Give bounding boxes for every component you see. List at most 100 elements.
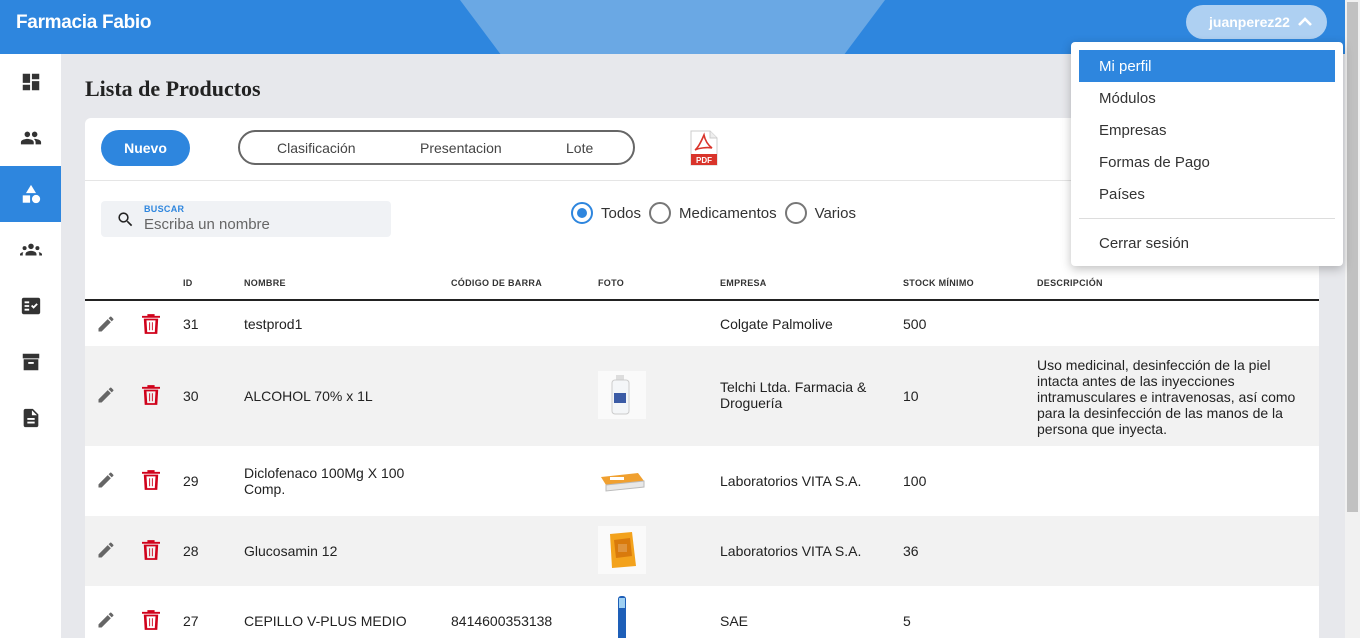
pencil-icon: [98, 472, 114, 488]
cell-stock: 5: [903, 613, 911, 629]
archive-icon: [22, 353, 39, 371]
col-nombre[interactable]: NOMBRE: [244, 278, 286, 288]
page-title: Lista de Productos: [85, 76, 261, 101]
edit-button[interactable]: [96, 470, 116, 490]
sidebar: [0, 54, 61, 638]
trash-icon: [142, 610, 160, 630]
pencil-icon: [98, 387, 114, 403]
cell-nombre: CEPILLO V-PLUS MEDIO: [244, 613, 407, 629]
product-photo-diclofenaco[interactable]: [598, 457, 646, 505]
search-box[interactable]: BUSCAR: [101, 201, 391, 237]
sidebar-item-groups[interactable]: [0, 222, 61, 278]
delete-button[interactable]: [142, 470, 160, 490]
col-empresa[interactable]: EMPRESA: [720, 278, 767, 288]
radio-medicamentos[interactable]: Medicamentos: [649, 202, 777, 224]
cell-empresa: Telchi Ltda. Farmacia & Droguería: [720, 379, 867, 411]
cell-nombre: Glucosamin 12: [244, 543, 338, 559]
document-icon: [23, 408, 38, 428]
delete-button[interactable]: [142, 540, 160, 560]
pencil-icon: [98, 542, 114, 558]
edit-button[interactable]: [96, 314, 116, 334]
menu-item-logout[interactable]: Cerrar sesión: [1079, 227, 1335, 259]
edit-button[interactable]: [96, 385, 116, 405]
segment-lote[interactable]: Lote: [566, 140, 593, 156]
people-icon: [20, 131, 41, 145]
user-dropdown-menu: Mi perfil Módulos Empresas Formas de Pag…: [1071, 42, 1343, 266]
search-label: BUSCAR: [144, 204, 185, 214]
sidebar-item-users[interactable]: [0, 110, 61, 166]
menu-divider: [1079, 218, 1335, 219]
delete-button[interactable]: [142, 314, 160, 334]
table-row: 27 CEPILLO V-PLUS MEDIO 8414600353138 SA…: [85, 586, 1319, 638]
radio-varios[interactable]: Varios: [784, 202, 856, 224]
chevron-up-icon: [1298, 17, 1312, 26]
table-header: ID NOMBRE CÓDIGO DE BARRA FOTO EMPRESA S…: [85, 268, 1319, 301]
menu-item-modulos[interactable]: Módulos: [1079, 82, 1335, 114]
cell-empresa: Laboratorios VITA S.A.: [720, 543, 862, 559]
cell-stock: 500: [903, 316, 927, 332]
col-codigo[interactable]: CÓDIGO DE BARRA: [451, 278, 542, 288]
segment-clasificacion[interactable]: Clasificación: [277, 140, 356, 156]
sidebar-item-documents[interactable]: [0, 390, 61, 446]
cell-nombre: ALCOHOL 70% x 1L: [244, 388, 373, 404]
sidebar-item-checklist[interactable]: [0, 278, 61, 334]
edit-button[interactable]: [96, 610, 116, 630]
supplement-box-image: [610, 532, 636, 568]
table-row: 30 ALCOHOL 70% x 1L Telchi Ltda. Farmaci…: [85, 346, 1319, 446]
cell-stock: 100: [903, 473, 927, 489]
search-input[interactable]: [144, 215, 384, 233]
groups-icon: [19, 243, 42, 256]
category-icon: [22, 184, 40, 204]
trash-icon: [142, 314, 160, 334]
col-descripcion[interactable]: DESCRIPCIÓN: [1037, 278, 1103, 288]
brand-title: Farmacia Fabio: [16, 12, 152, 33]
fact-check-icon: [21, 297, 40, 315]
dashboard-icon: [22, 73, 39, 91]
filter-radio-group: Todos Medicamentos Varios: [571, 202, 864, 224]
delete-button[interactable]: [142, 610, 160, 630]
cell-descripcion: Uso medicinal, desinfección de la piel i…: [1037, 357, 1296, 437]
pencil-icon: [98, 316, 114, 332]
menu-item-formas-de-pago[interactable]: Formas de Pago: [1079, 146, 1335, 178]
cell-id: 31: [183, 316, 199, 332]
vertical-scrollbar[interactable]: [1345, 0, 1360, 638]
radio-circle[interactable]: [649, 202, 672, 224]
radio-circle[interactable]: [571, 202, 593, 224]
cell-nombre: Diclofenaco 100Mg X 100 Comp.: [244, 465, 405, 497]
delete-button[interactable]: [142, 385, 160, 405]
radio-label: Varios: [814, 204, 856, 222]
segment-presentacion[interactable]: Presentacion: [420, 140, 502, 156]
search-icon: [118, 212, 133, 227]
cell-codigo: 8414600353138: [451, 613, 553, 629]
cell-empresa: Colgate Palmolive: [720, 316, 833, 332]
product-photo-glucosamin[interactable]: [598, 526, 646, 574]
pill-box-image: [601, 473, 645, 492]
menu-item-mi-perfil[interactable]: Mi perfil: [1079, 50, 1335, 82]
trash-icon: [142, 470, 160, 490]
cell-id: 28: [183, 543, 199, 559]
pdf-icon[interactable]: PDF: [689, 130, 719, 166]
col-stock[interactable]: STOCK MÍNIMO: [903, 278, 974, 288]
menu-item-empresas[interactable]: Empresas: [1079, 114, 1335, 146]
radio-todos[interactable]: Todos: [571, 202, 641, 224]
sidebar-item-archive[interactable]: [0, 334, 61, 390]
table-row: 31 testprod1 Colgate Palmolive 500: [85, 303, 1319, 346]
menu-item-paises[interactable]: Países: [1079, 178, 1335, 210]
new-product-button[interactable]: Nuevo: [101, 130, 190, 166]
col-id[interactable]: ID: [183, 278, 193, 288]
product-photo-cepillo[interactable]: [598, 594, 646, 638]
pencil-icon: [98, 612, 114, 628]
sidebar-item-products[interactable]: [0, 166, 61, 222]
cell-stock: 36: [903, 543, 919, 559]
sidebar-item-dashboard[interactable]: [0, 54, 61, 110]
cell-empresa: Laboratorios VITA S.A.: [720, 473, 862, 489]
alcohol-bottle-image: [611, 375, 630, 415]
product-photo-alcohol[interactable]: [598, 371, 646, 419]
radio-label: Todos: [601, 204, 642, 222]
svg-text:PDF: PDF: [696, 156, 712, 165]
toothbrush-image: [618, 596, 626, 638]
user-menu-button[interactable]: juanperez22: [1186, 5, 1327, 39]
edit-button[interactable]: [96, 540, 116, 560]
scrollbar-thumb[interactable]: [1347, 2, 1358, 512]
radio-circle[interactable]: [784, 202, 807, 224]
